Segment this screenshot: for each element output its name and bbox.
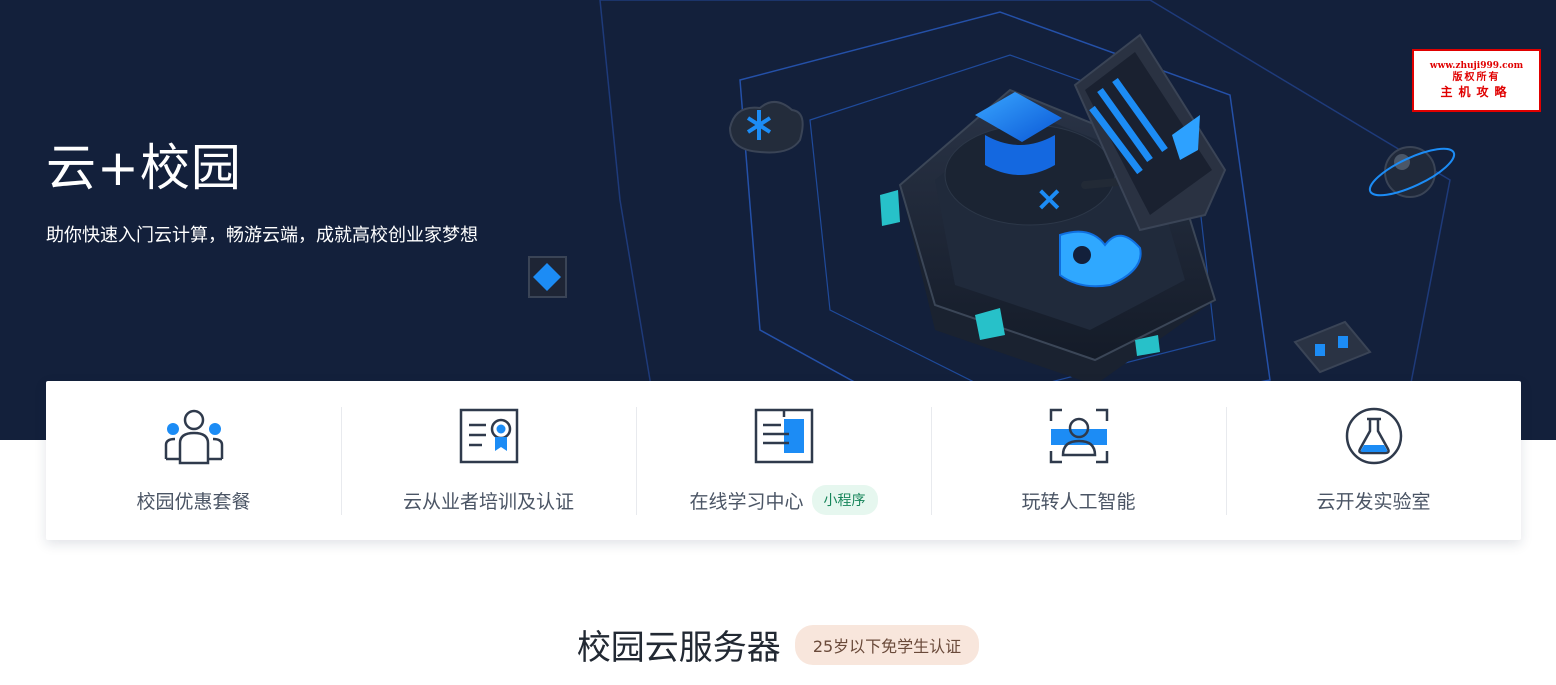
hero-subtitle: 助你快速入门云计算，畅游云端，成就高校创业家梦想 (46, 225, 478, 246)
feature-cloud-certification[interactable]: 云从业者培训及认证 (341, 381, 636, 540)
section-title: 校园云服务器 (576, 628, 781, 668)
watermark-brand: 主机攻略 (1440, 84, 1513, 99)
feature-ai[interactable]: 玩转人工智能 (931, 381, 1226, 540)
hero-banner: × 云+校园 助你快速入门云计算，畅游云端，成就高校创业家梦想 www.zhuj… (0, 0, 1556, 440)
hero-title: 云+校园 (46, 139, 242, 197)
feature-label: 校园优惠套餐 (136, 490, 251, 513)
watermark-url: www.zhuji999.com (1429, 61, 1524, 72)
feature-label: 云从业者培训及认证 (402, 490, 574, 513)
people-icon (164, 409, 223, 465)
feature-label: 玩转人工智能 (1021, 490, 1136, 513)
feature-online-learning[interactable]: 在线学习中心 小程序 (636, 381, 931, 540)
certificate-icon (459, 408, 518, 464)
student-badge: 25岁以下免学生认证 (794, 624, 980, 665)
flask-icon (1345, 407, 1402, 465)
feature-label: 云开发实验室 (1316, 490, 1431, 513)
feature-label: 在线学习中心 (689, 490, 804, 513)
feature-card: 校园优惠套餐 云从业者培训及认证 在线学习中心 小程序 玩转人工智能 云开发实验… (46, 381, 1521, 540)
feature-campus-package[interactable]: 校园优惠套餐 (46, 381, 341, 540)
book-icon (754, 408, 813, 464)
watermark-rights: 版权所有 (1452, 72, 1501, 84)
feature-cloud-lab[interactable]: 云开发实验室 (1226, 381, 1521, 540)
section-header: 校园云服务器 25岁以下免学生认证 (0, 620, 1556, 669)
svg-text:×: × (1035, 179, 1064, 219)
mini-program-badge: 小程序 (811, 485, 878, 515)
hero-illustration: × (528, 0, 1456, 440)
face-scan-icon (1049, 408, 1108, 464)
watermark-stamp: www.zhuji999.com 版权所有 主机攻略 (1412, 49, 1541, 112)
